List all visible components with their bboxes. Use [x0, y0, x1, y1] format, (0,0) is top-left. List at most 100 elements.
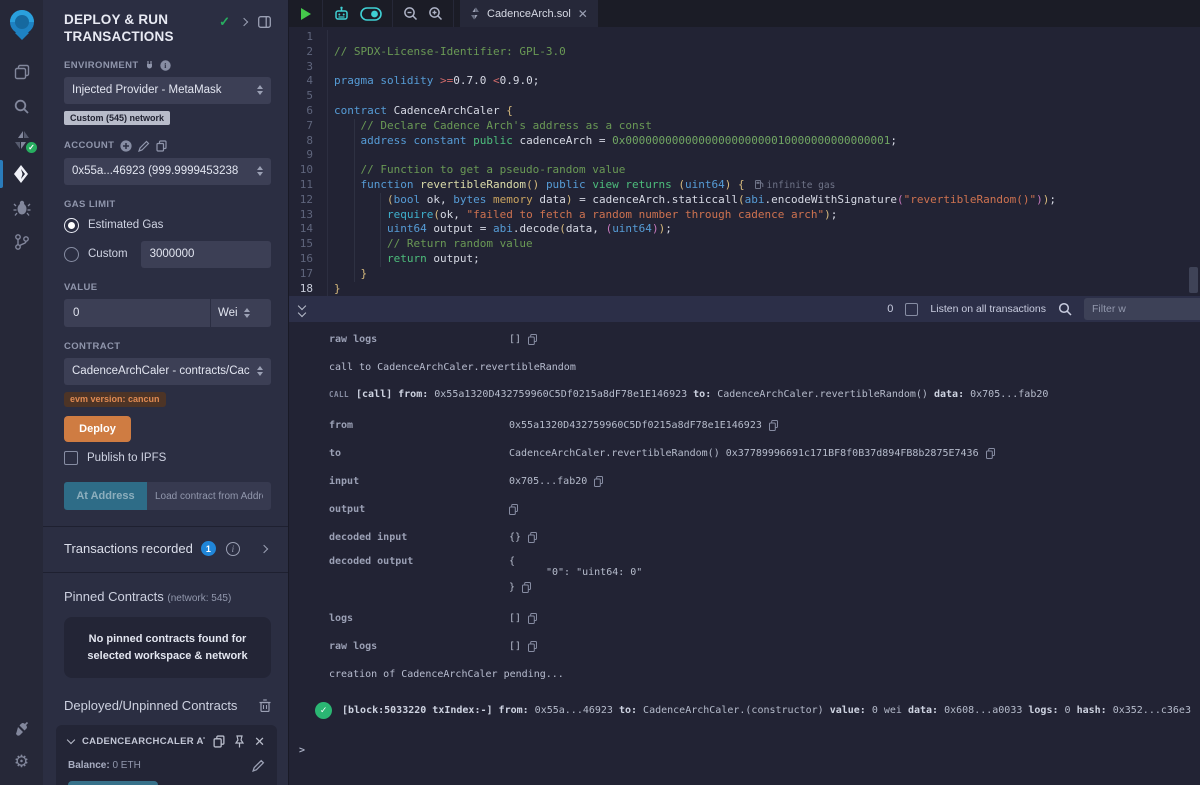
remix-logo-icon[interactable] [5, 7, 39, 41]
add-account-icon[interactable] [120, 140, 132, 152]
code-line[interactable]: 18} [289, 282, 1200, 296]
code-line[interactable]: 6contract CadenceArchCaler { [289, 104, 1200, 119]
chevron-down-icon[interactable] [67, 736, 75, 744]
code-line[interactable]: 15 // Return random value [289, 237, 1200, 252]
pin-panel-icon[interactable] [258, 16, 271, 28]
toggle-on-icon[interactable] [360, 7, 382, 21]
copy-icon[interactable] [522, 582, 531, 593]
copy-icon[interactable] [213, 735, 225, 748]
edit-account-icon[interactable] [138, 140, 150, 152]
code-line[interactable]: 3 [289, 60, 1200, 75]
code-line[interactable]: 5 [289, 89, 1200, 104]
code-text [327, 30, 341, 45]
code-line[interactable]: 17 } [289, 267, 1200, 282]
publish-ipfs-option[interactable]: Publish to IPFS [64, 451, 271, 465]
sidebar-item-file-explorer[interactable] [0, 55, 43, 89]
terminal-kv-row: output [329, 500, 1200, 518]
panel-forward-icon[interactable] [240, 18, 248, 26]
code-line[interactable]: 4pragma solidity >=0.7.0 <0.9.0; [289, 74, 1200, 89]
listen-checkbox[interactable] [905, 303, 918, 316]
gear-icon: ⚙ [14, 752, 29, 772]
custom-gas-option[interactable]: Custom [64, 241, 271, 268]
code-line[interactable]: 10 // Function to get a pseudo-random va… [289, 163, 1200, 178]
sidebar-item-search[interactable] [0, 89, 43, 123]
copy-icon[interactable] [594, 476, 603, 487]
deployed-contract-card: CADENCEARCHCALER AT 0) ✕ Balance: 0 ETH [56, 725, 277, 785]
estimated-gas-option[interactable]: Estimated Gas [64, 218, 271, 233]
terminal-kv-row: toCadenceArchCaler.revertibleRandom() 0x… [329, 444, 1200, 462]
terminal-message: call to CadenceArchCaler.revertibleRando… [329, 362, 1200, 373]
terminal-output[interactable]: raw logs[] call to CadenceArchCaler.reve… [289, 322, 1200, 785]
ai-assistant-robot-icon[interactable] [333, 6, 350, 22]
edit-balance-icon[interactable] [252, 759, 265, 772]
sidebar-item-settings[interactable]: ⚙ [0, 745, 43, 779]
at-address-button[interactable]: At Address [64, 482, 147, 510]
code-text: uint64 output = abi.decode(data, (uint64… [327, 222, 672, 237]
contract-select[interactable]: CadenceArchCaler - contracts/Cac [64, 358, 271, 385]
chevron-updown-icon [257, 363, 263, 379]
panel-title: DEPLOY & RUN TRANSACTIONS [64, 12, 194, 46]
copy-icon[interactable] [528, 613, 537, 624]
sidebar-item-git[interactable] [0, 225, 43, 259]
terminal-search-icon[interactable] [1058, 302, 1072, 316]
copy-icon[interactable] [528, 532, 537, 543]
run-script-icon[interactable] [299, 7, 312, 21]
code-line[interactable]: 13 require(ok, "failed to fetch a random… [289, 208, 1200, 223]
account-select[interactable]: 0x55a...46923 (999.9999453238 [64, 158, 271, 185]
line-number: 14 [289, 222, 327, 237]
trash-icon[interactable] [259, 699, 271, 712]
at-address-input[interactable] [147, 482, 271, 510]
tab-label: CadenceArch.sol [487, 8, 571, 20]
pin-icon[interactable] [234, 735, 245, 748]
close-tab-icon[interactable]: ✕ [578, 8, 588, 20]
chevron-updown-icon [244, 305, 250, 321]
terminal-toolbar: 0 Listen on all transactions [289, 296, 1200, 322]
sidebar-item-plugin-manager[interactable] [0, 711, 43, 745]
plug-small-icon[interactable] [145, 60, 154, 70]
deploy-button[interactable]: Deploy [64, 416, 131, 442]
copy-icon[interactable] [528, 334, 537, 345]
code-line[interactable]: 14 uint64 output = abi.decode(data, (uin… [289, 222, 1200, 237]
code-text: return output; [327, 252, 480, 267]
editor-scrollbar[interactable] [1189, 267, 1198, 293]
code-line[interactable]: 8 address constant public cadenceArch = … [289, 134, 1200, 149]
sidebar-item-deploy-run[interactable] [0, 157, 43, 191]
copy-account-icon[interactable] [156, 140, 167, 152]
sidebar-item-solidity-compiler[interactable]: ✓ [0, 123, 43, 157]
close-icon[interactable]: ✕ [254, 735, 265, 748]
code-text: require(ok, "failed to fetch a random nu… [327, 208, 837, 223]
line-number: 7 [289, 119, 327, 134]
code-line[interactable]: 12 (bool ok, bytes memory data) = cadenc… [289, 193, 1200, 208]
value-input[interactable] [64, 299, 211, 327]
copy-icon[interactable] [986, 448, 995, 459]
call-tag: call [329, 390, 356, 399]
code-line[interactable]: 1 [289, 30, 1200, 45]
zoom-in-icon[interactable] [428, 6, 443, 21]
terminal-filter-input[interactable] [1084, 298, 1200, 320]
cadencearch-function-button[interactable]: cadenceArch [68, 781, 158, 785]
code-line[interactable]: 16 return output; [289, 252, 1200, 267]
value-unit-select[interactable]: Wei [211, 299, 271, 327]
transactions-recorded-row[interactable]: Transactions recorded 1 i [64, 541, 271, 556]
copy-icon[interactable] [509, 504, 518, 515]
code-line[interactable]: 2// SPDX-License-Identifier: GPL-3.0 [289, 45, 1200, 60]
info-icon[interactable]: i [160, 60, 171, 71]
code-line[interactable]: 7 // Declare Cadence Arch's address as a… [289, 119, 1200, 134]
account-label: ACCOUNT [64, 140, 271, 152]
code-editor[interactable]: 1 2// SPDX-License-Identifier: GPL-3.03 … [289, 27, 1200, 296]
chevron-right-icon[interactable] [260, 545, 268, 553]
code-text: // Function to get a pseudo-random value [327, 163, 625, 178]
custom-gas-input[interactable] [141, 241, 271, 268]
environment-select[interactable]: Injected Provider - MetaMask [64, 77, 271, 104]
sidebar-item-debugger[interactable] [0, 191, 43, 225]
info-icon[interactable]: i [226, 542, 240, 556]
copy-icon[interactable] [769, 420, 778, 431]
deployed-contract-name[interactable]: CADENCEARCHCALER AT 0) [82, 736, 205, 747]
terminal-prompt[interactable]: > [299, 745, 1200, 756]
zoom-out-icon[interactable] [403, 6, 418, 21]
code-line[interactable]: 9 [289, 148, 1200, 163]
terminal-collapse-icon[interactable] [299, 303, 305, 316]
tab-cadencearch-sol[interactable]: CadenceArch.sol ✕ [460, 0, 598, 27]
code-line[interactable]: 11 function revertibleRandom() public vi… [289, 178, 1200, 193]
copy-icon[interactable] [528, 641, 537, 652]
